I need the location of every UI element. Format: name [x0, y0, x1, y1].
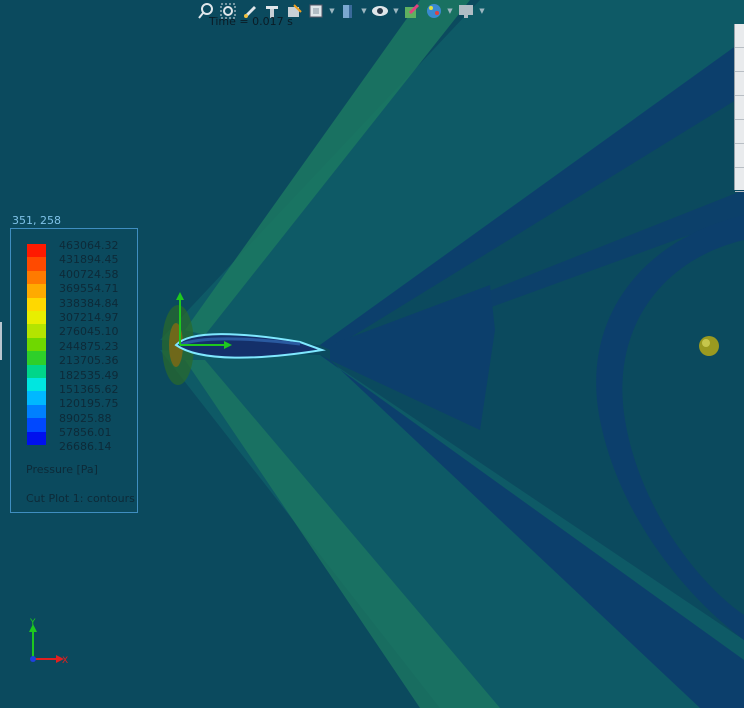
coordinate-triad: Y X: [24, 618, 74, 668]
task-pane-home-icon[interactable]: [735, 27, 744, 48]
legend-title: Pressure [Pa]: [26, 463, 98, 476]
task-pane-forum-icon[interactable]: [735, 171, 744, 192]
legend-color-swatch: [27, 311, 46, 325]
legend-color-swatch: [27, 284, 46, 298]
legend-value: 244875.23: [59, 339, 119, 353]
legend-value: 463064.32: [59, 239, 119, 252]
scene-icon[interactable]: [424, 1, 444, 21]
legend-color-bar: [27, 244, 46, 446]
legend-color-swatch: [27, 391, 46, 405]
legend-color-swatch: [27, 431, 46, 446]
left-panel-handle[interactable]: [0, 322, 2, 360]
legend-color-swatch: [27, 404, 46, 419]
legend-value: 26686.14: [59, 440, 112, 454]
pressure-legend[interactable]: 463064.32 431894.45 400724.58 369554.71 …: [10, 228, 138, 513]
legend-value: 431894.45: [59, 253, 119, 267]
legend-color-swatch: [27, 324, 46, 338]
legend-color-swatch: [27, 244, 46, 258]
legend-color-swatch: [27, 378, 46, 392]
legend-value: 213705.36: [59, 354, 119, 368]
task-pane-explorer-icon[interactable]: [735, 99, 744, 120]
task-pane-library-icon[interactable]: [735, 75, 744, 96]
visibility-dropdown-arrow[interactable]: ▼: [392, 1, 400, 21]
orientation-cube-icon[interactable]: [306, 1, 326, 21]
monitor-dropdown-arrow[interactable]: ▼: [478, 1, 486, 21]
legend-color-swatch: [27, 257, 46, 271]
scene-dropdown-arrow[interactable]: ▼: [446, 1, 454, 21]
cursor-coordinates: 351, 258: [12, 214, 61, 227]
legend-color-swatch: [27, 351, 46, 365]
legend-value: 276045.10: [59, 325, 119, 339]
simulation-viewport[interactable]: ▼ ▼ ▼ ▼ ▼ Time = 0.017 s 351, 258 463064…: [0, 0, 744, 708]
time-label: Time = 0.017 s: [209, 15, 293, 28]
task-pane-resources-icon[interactable]: [735, 51, 744, 72]
task-pane-properties-icon[interactable]: [735, 147, 744, 168]
legend-value: 338384.84: [59, 296, 119, 310]
legend-value: 182535.49: [59, 368, 119, 382]
orientation-dropdown-arrow[interactable]: ▼: [328, 1, 336, 21]
legend-value: 151365.62: [59, 382, 119, 396]
legend-color-swatch: [27, 270, 46, 285]
legend-color-swatch: [27, 418, 46, 432]
triad-y-label: Y: [29, 618, 36, 628]
legend-color-swatch: [27, 337, 46, 352]
legend-value: 400724.58: [59, 267, 119, 281]
right-task-pane-tabs: [734, 24, 744, 192]
display-style-dropdown-arrow[interactable]: ▼: [360, 1, 368, 21]
task-pane-appearance-icon[interactable]: [735, 123, 744, 144]
display-style-icon[interactable]: [338, 1, 358, 21]
legend-color-swatch: [27, 364, 46, 379]
edit-appearance-icon[interactable]: [402, 1, 422, 21]
legend-value: 57856.01: [59, 426, 112, 440]
legend-value: 307214.97: [59, 310, 119, 324]
monitor-icon[interactable]: [456, 1, 476, 21]
visibility-eye-icon[interactable]: [370, 1, 390, 21]
legend-value: 369554.71: [59, 282, 119, 296]
legend-value: 120195.75: [59, 397, 119, 411]
triad-x-label: X: [62, 656, 68, 666]
legend-plot-name: Cut Plot 1: contours: [26, 492, 135, 505]
legend-color-swatch: [27, 297, 46, 312]
legend-value: 89025.88: [59, 411, 112, 425]
legend-values: 463064.32 431894.45 400724.58 369554.71 …: [59, 239, 119, 455]
